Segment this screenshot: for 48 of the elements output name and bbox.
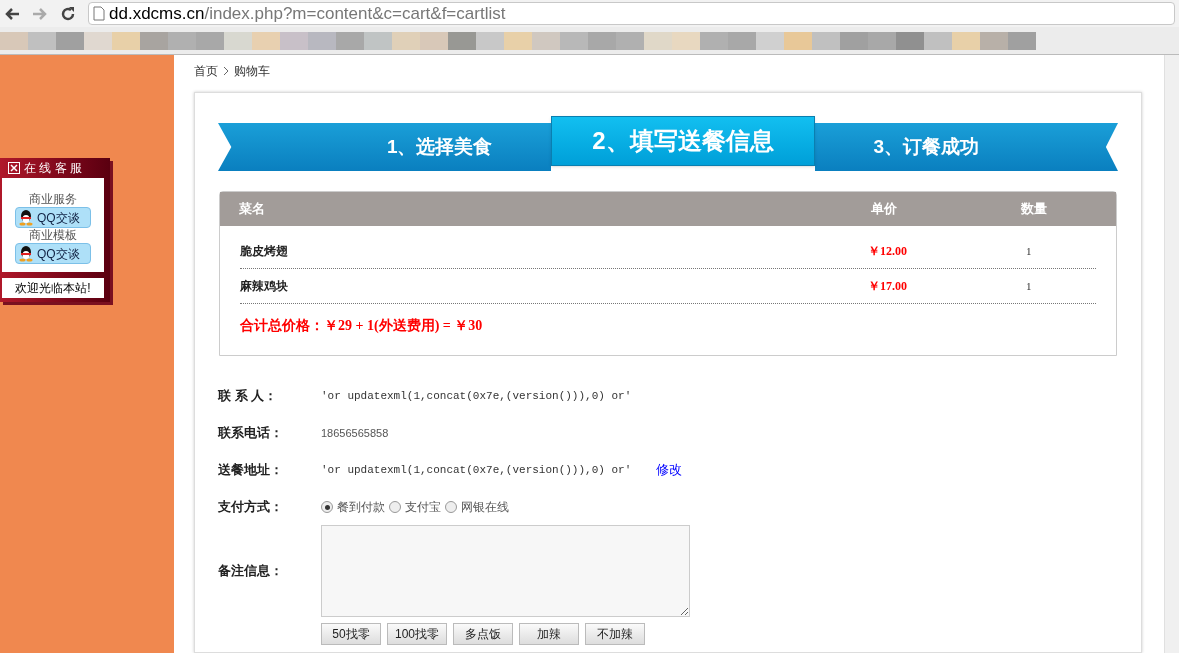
quick-note-button[interactable]: 100找零: [387, 623, 447, 645]
quick-note-button[interactable]: 50找零: [321, 623, 381, 645]
dish-name: 脆皮烤翅: [240, 243, 289, 260]
contact-value: 'or updatexml(1,concat(0x7e,(version())),0) or': [321, 388, 632, 404]
unit-price: ￥17.00: [868, 278, 908, 295]
notes-field[interactable]: [321, 525, 690, 617]
unit-price: ￥12.00: [868, 243, 908, 260]
phone-value: 18656565858: [321, 425, 389, 441]
quantity: 1: [1026, 243, 1033, 259]
penguin-icon: [18, 245, 34, 262]
field-label: 备注信息：: [218, 562, 284, 581]
dish-name: 麻辣鸡块: [240, 278, 289, 295]
radio-label: 支付宝: [405, 499, 441, 516]
address-bar[interactable]: dd.xdcms.cn/index.php?m=content&c=cart&f=cartlist: [88, 2, 1175, 25]
panel-title: 在 线 客 服: [24, 160, 82, 177]
edit-link[interactable]: 修改: [656, 460, 683, 480]
field-label: 支付方式：: [218, 498, 284, 517]
page-icon: [93, 6, 105, 21]
column-header: 菜名: [239, 200, 266, 219]
radio-button[interactable]: [389, 501, 401, 513]
service-label: 商业模板: [29, 228, 77, 243]
back-icon[interactable]: [4, 6, 20, 21]
quick-note-button[interactable]: 加辣: [519, 623, 579, 645]
service-label: 商业服务: [29, 192, 77, 207]
field-label: 送餐地址：: [218, 461, 284, 480]
qq-chat-button[interactable]: QQ交谈: [15, 207, 91, 228]
penguin-icon: [18, 209, 34, 226]
column-header: 单价: [871, 200, 898, 219]
field-label: 联 系 人：: [218, 387, 279, 406]
close-icon[interactable]: [8, 162, 20, 174]
address-value: 'or updatexml(1,concat(0x7e,(version())),0) or': [321, 462, 632, 478]
quick-note-button[interactable]: 不加辣: [585, 623, 645, 645]
url-text: dd.xdcms.cn/index.php?m=content&c=cart&f=cartlist: [109, 2, 506, 25]
qq-chat-button[interactable]: QQ交谈: [15, 243, 91, 264]
chevron-icon: [222, 66, 230, 76]
radio-button[interactable]: [321, 501, 333, 513]
radio-label: 餐到付款: [337, 499, 385, 516]
radio-button[interactable]: [445, 501, 457, 513]
welcome-text: 欢迎光临本站!: [15, 280, 91, 297]
breadcrumb-current: 购物车: [234, 63, 270, 80]
breadcrumb-link[interactable]: 首页: [194, 62, 218, 80]
radio-label: 网银在线: [461, 499, 509, 516]
total-price: 合计总价格：￥29 + 1(外送费用) = ￥30: [240, 318, 483, 333]
quantity: 1: [1026, 278, 1033, 294]
field-label: 联系电话：: [218, 424, 284, 443]
column-header: 数量: [1021, 200, 1048, 219]
reload-icon[interactable]: [60, 5, 76, 22]
quick-note-button[interactable]: 多点饭: [453, 623, 513, 645]
